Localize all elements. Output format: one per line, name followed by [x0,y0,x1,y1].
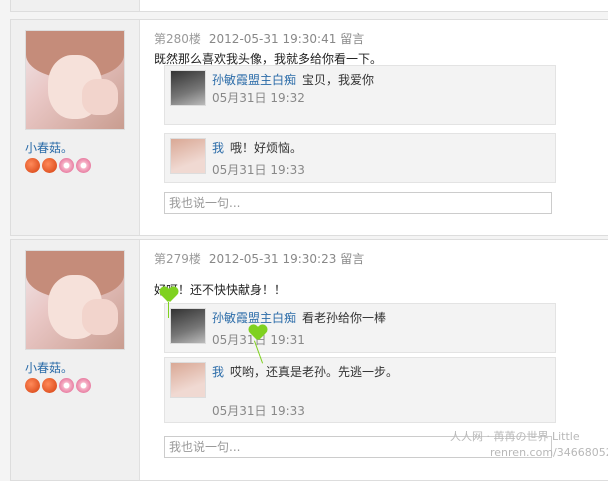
reply-avatar[interactable] [170,70,206,106]
reply-input[interactable]: 我也说一句... [164,192,552,214]
flower-icon [76,378,91,393]
floor-number: 第279楼 [154,252,201,266]
green-heart-icon [160,287,178,303]
green-heart-icon [249,325,267,341]
avatar-hand [82,299,118,335]
post-datetime: 2012-05-31 19:30:41 [208,32,337,46]
post-action: 留言 [340,252,365,266]
flower-icon [59,158,74,173]
apple-icon [42,378,57,393]
reply-author-link[interactable]: 孙敏霞盟主白痴 [212,73,296,87]
reply-text: 哎哟，还真是老孙。先逃一步。 [230,365,399,379]
floor-number: 第280楼 [154,32,201,46]
reply-author-link[interactable]: 孙敏霞盟主白痴 [212,311,296,325]
reply-author-link[interactable]: 我 [212,365,224,379]
flower-icon [59,378,74,393]
reply-author-link[interactable]: 我 [212,141,224,155]
avatar[interactable] [25,30,125,130]
comment-post: 小春菇。 第279楼 2012-05-31 19:30:23 留言 好呀！还不快快… [10,239,608,481]
avatar-hand [82,79,118,115]
heart-stem [168,302,169,318]
reply-item: 我哦！好烦恼。 05月31日 19:33 [164,133,556,183]
avatar[interactable] [25,250,125,350]
reply-text: 宝贝，我爱你 [302,73,375,87]
reply-item: 孙敏霞盟主白痴 看老孙给你一棒 05月31日 19:31 [164,303,556,353]
post-meta: 第280楼 2012-05-31 19:30:41 留言 [154,30,364,47]
apple-icon [25,378,40,393]
flower-icon [76,158,91,173]
comment-post: 小春菇。 第280楼 2012-05-31 19:30:41 留言 既然那么喜欢我… [10,19,608,236]
apple-icon [42,158,57,173]
previous-post-edge [10,0,608,12]
watermark-url: renren.com/346680526 [490,446,608,459]
reply-avatar[interactable] [170,138,206,174]
apple-icon [25,158,40,173]
author-column: 小春菇。 [11,240,140,480]
post-action: 留言 [340,32,365,46]
reply-text: 看老孙给你一棒 [302,311,387,325]
reply-item: 孙敏霞盟主白痴 宝贝，我爱你 05月31日 19:32 [164,65,556,125]
author-column: 小春菇。 [11,20,140,235]
username-link[interactable]: 小春菇。 [25,359,73,376]
reply-avatar[interactable] [170,362,206,398]
reply-text: 哦！好烦恼。 [230,141,303,155]
reply-item: 我哎哟，还真是老孙。先逃一步。 05月31日 19:33 [164,357,556,423]
post-meta: 第279楼 2012-05-31 19:30:23 留言 [154,250,364,267]
reply-avatar[interactable] [170,308,206,344]
previous-post-left-column [11,0,140,11]
watermark-text: 人人网 · 苒苒の世界 Little [450,430,580,443]
username-link[interactable]: 小春菇。 [25,139,73,156]
post-datetime: 2012-05-31 19:30:23 [208,252,337,266]
reply-time: 05月31日 19:33 [212,404,305,418]
badge-row [25,158,91,173]
badge-row [25,378,91,393]
reply-time: 05月31日 19:32 [212,91,305,105]
reply-time: 05月31日 19:33 [212,163,305,177]
